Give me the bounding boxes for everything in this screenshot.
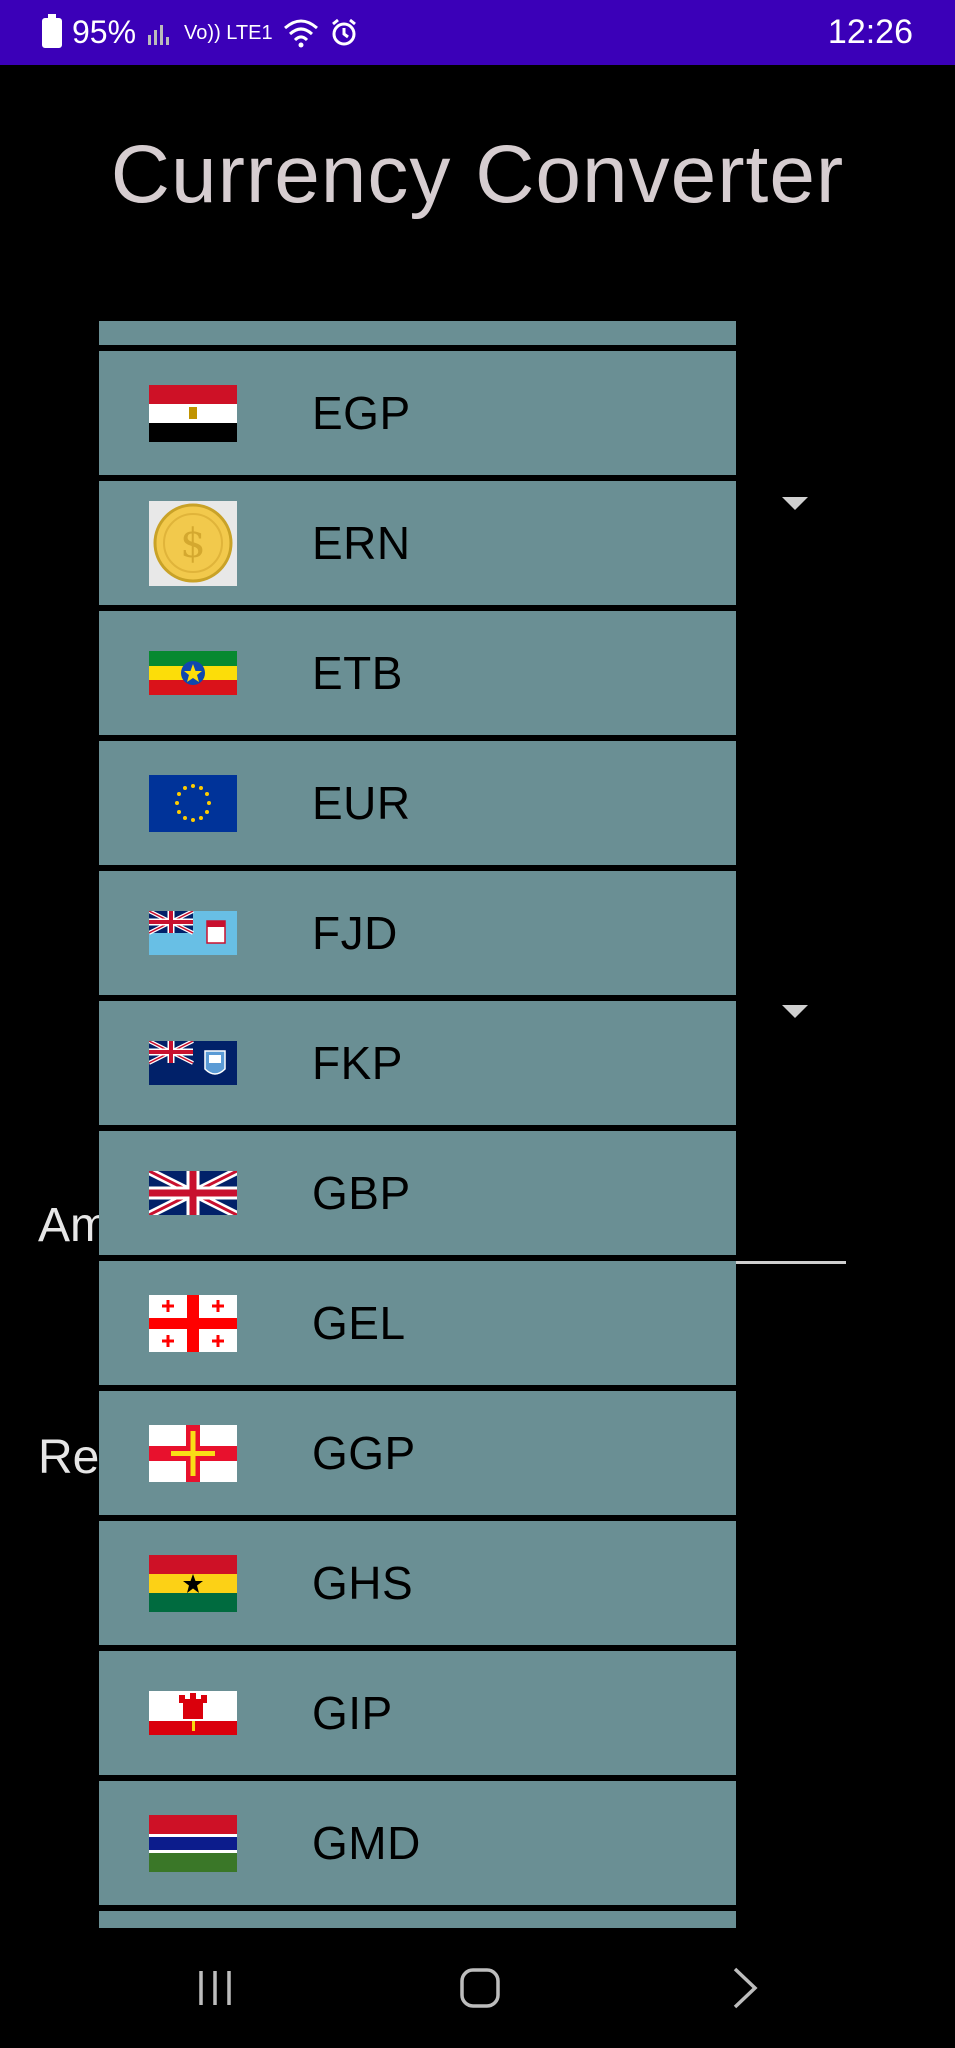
currency-code: GGP xyxy=(312,1427,416,1479)
amount-input-underline[interactable] xyxy=(736,1261,846,1264)
ethiopia-flag-icon xyxy=(149,651,237,695)
status-bar: 95% Vo)) LTE1 12:26 xyxy=(0,0,955,65)
list-item-gbp[interactable]: GBP xyxy=(99,1131,736,1255)
currency-code: GBP xyxy=(312,1167,411,1219)
list-item-fjd[interactable]: FJD xyxy=(99,871,736,995)
list-item-partial-top[interactable] xyxy=(99,321,736,345)
nav-bar xyxy=(0,1928,955,2048)
currency-code: GEL xyxy=(312,1297,406,1349)
currency-code: FJD xyxy=(312,907,398,959)
svg-text:$: $ xyxy=(180,521,205,567)
signal-icon xyxy=(148,24,170,45)
battery-icon xyxy=(42,13,62,48)
from-currency-dropdown-arrow-icon[interactable] xyxy=(782,497,808,510)
list-item-ern[interactable]: $ ERN xyxy=(99,481,736,605)
eu-flag-icon xyxy=(149,775,237,832)
list-item-etb[interactable]: ETB xyxy=(99,611,736,735)
currency-code: EUR xyxy=(312,777,411,829)
recents-icon[interactable] xyxy=(180,1928,250,2048)
status-clock: 12:26 xyxy=(827,13,913,51)
list-item-fkp[interactable]: FKP xyxy=(99,1001,736,1125)
home-icon[interactable] xyxy=(445,1928,515,2048)
fiji-flag-icon xyxy=(149,911,237,955)
currency-dropdown-list[interactable]: EGP $ ERN ETB EUR FJD FKP GBP GEL GGP GH… xyxy=(99,321,736,1928)
battery-percent: 95% xyxy=(72,14,137,50)
alarm-icon xyxy=(331,18,356,45)
georgia-flag-icon xyxy=(149,1295,237,1352)
list-item-gmd[interactable]: GMD xyxy=(99,1781,736,1905)
back-icon[interactable] xyxy=(710,1928,780,2048)
egypt-flag-icon xyxy=(149,385,237,442)
list-item-ggp[interactable]: GGP xyxy=(99,1391,736,1515)
list-item-egp[interactable]: EGP xyxy=(99,351,736,475)
to-currency-dropdown-arrow-icon[interactable] xyxy=(782,1005,808,1018)
gambia-flag-icon xyxy=(149,1815,237,1872)
currency-code: FKP xyxy=(312,1037,403,1089)
currency-code: ETB xyxy=(312,647,403,699)
currency-code: GHS xyxy=(312,1557,414,1609)
gold-coin-icon: $ xyxy=(149,501,237,586)
currency-code: GMD xyxy=(312,1817,421,1869)
guernsey-flag-icon xyxy=(149,1425,237,1482)
currency-code: ERN xyxy=(312,517,411,569)
ghana-flag-icon xyxy=(149,1555,237,1612)
falkland-flag-icon xyxy=(149,1041,237,1085)
list-item-eur[interactable]: EUR xyxy=(99,741,736,865)
gibraltar-flag-icon xyxy=(149,1691,237,1735)
uk-flag-icon xyxy=(149,1171,237,1215)
list-item-gel[interactable]: GEL xyxy=(99,1261,736,1385)
currency-code: EGP xyxy=(312,387,411,439)
wifi-icon xyxy=(283,19,318,47)
currency-code: GIP xyxy=(312,1687,393,1739)
volte-icon: Vo)) LTE1 xyxy=(184,21,273,44)
page-title: Currency Converter xyxy=(110,129,845,220)
list-item-partial-bottom[interactable] xyxy=(99,1911,736,1928)
list-item-gip[interactable]: GIP xyxy=(99,1651,736,1775)
status-left: 95% Vo)) LTE1 xyxy=(42,0,359,65)
list-item-ghs[interactable]: GHS xyxy=(99,1521,736,1645)
